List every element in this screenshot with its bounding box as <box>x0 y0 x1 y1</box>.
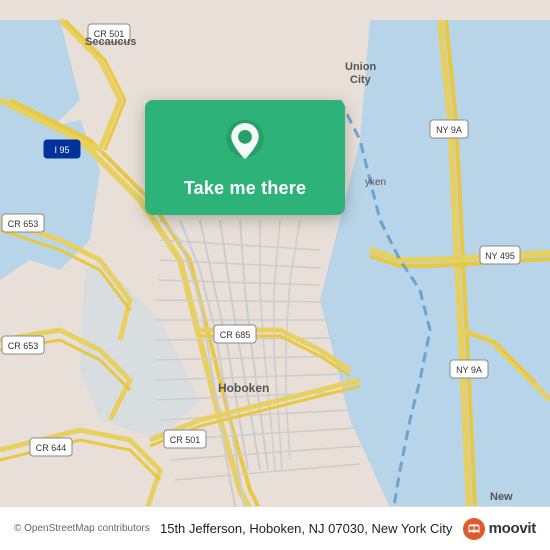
moovit-icon <box>463 518 485 540</box>
attribution-text: © OpenStreetMap contributors <box>14 523 150 534</box>
take-me-there-label: Take me there <box>184 178 306 199</box>
svg-text:I 95: I 95 <box>54 145 69 155</box>
svg-text:Secaucus: Secaucus <box>85 36 136 48</box>
map-container: CR 501 I 95 CR 653 CR 653 CR 685 CR 501 … <box>0 0 550 550</box>
svg-text:Union: Union <box>345 61 376 73</box>
svg-text:New: New <box>490 491 513 503</box>
svg-text:NY 495: NY 495 <box>485 251 515 261</box>
svg-text:CR 644: CR 644 <box>36 443 67 453</box>
location-pin-icon <box>221 118 269 166</box>
address-text: 15th Jefferson, Hoboken, NJ 07030, New Y… <box>150 521 463 536</box>
svg-text:CR 501: CR 501 <box>170 435 201 445</box>
svg-text:CR 685: CR 685 <box>220 330 251 340</box>
take-me-there-card[interactable]: Take me there <box>145 100 345 215</box>
map-background: CR 501 I 95 CR 653 CR 653 CR 685 CR 501 … <box>0 0 550 550</box>
moovit-logo: moovit <box>463 518 536 540</box>
svg-text:NY 9A: NY 9A <box>436 125 462 135</box>
moovit-text: moovit <box>489 520 536 537</box>
bottom-bar: © OpenStreetMap contributors 15th Jeffer… <box>0 506 550 550</box>
svg-text:CR 653: CR 653 <box>8 219 39 229</box>
svg-text:Hoboken: Hoboken <box>218 381 269 395</box>
svg-text:CR 653: CR 653 <box>8 341 39 351</box>
svg-text:yken: yken <box>365 177 386 188</box>
svg-text:NY 9A: NY 9A <box>456 365 482 375</box>
svg-text:City: City <box>350 74 372 86</box>
